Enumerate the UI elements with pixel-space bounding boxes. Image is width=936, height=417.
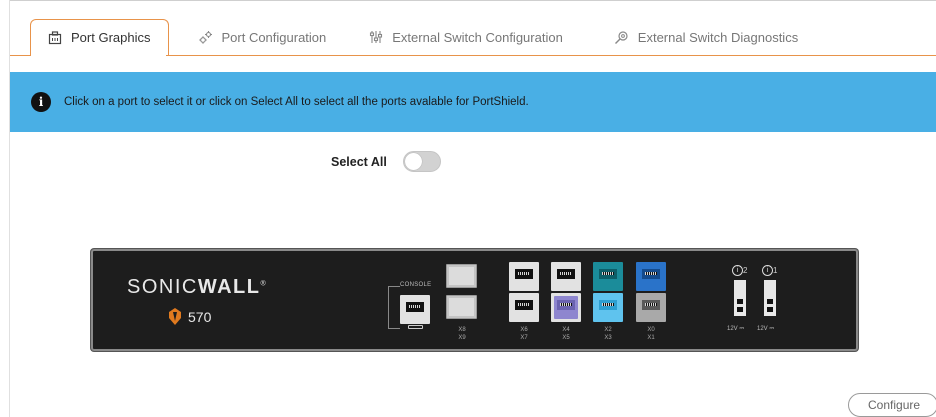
tab-external-switch-diagnostics[interactable]: External Switch Diagnostics bbox=[614, 19, 798, 55]
psu-1-label: 12V ⎓ bbox=[757, 326, 775, 332]
model-logo-icon bbox=[169, 308, 181, 325]
port-x5[interactable] bbox=[551, 293, 581, 322]
port-label-x6: X6 bbox=[520, 327, 528, 333]
port-x4[interactable] bbox=[551, 262, 581, 291]
psu-1-indicator: i 1 bbox=[762, 265, 777, 276]
power-icon: i bbox=[732, 265, 743, 276]
model-number: 570 bbox=[188, 308, 212, 325]
power-icon: i bbox=[762, 265, 773, 276]
port-x1[interactable] bbox=[636, 293, 666, 322]
active-tab-gap bbox=[31, 54, 166, 57]
configure-button[interactable]: Configure bbox=[848, 393, 936, 417]
tab-port-configuration[interactable]: Port Configuration bbox=[197, 19, 326, 55]
port-label-x9: X9 bbox=[458, 335, 466, 341]
psu-1-connector bbox=[764, 280, 776, 316]
gears-icon bbox=[197, 29, 213, 45]
port-x0[interactable] bbox=[636, 262, 666, 291]
select-all-label: Select All bbox=[331, 154, 387, 169]
port-label-x5: X5 bbox=[562, 335, 570, 341]
port-x7[interactable] bbox=[509, 293, 539, 322]
psu-2-indicator: i 2 bbox=[732, 265, 747, 276]
info-banner: i Click on a port to select it or click … bbox=[10, 72, 936, 132]
port-x9[interactable] bbox=[446, 295, 477, 319]
console-port[interactable] bbox=[400, 295, 430, 324]
port-x3[interactable] bbox=[593, 293, 623, 322]
port-x2[interactable] bbox=[593, 262, 623, 291]
psu-number: 2 bbox=[743, 266, 748, 275]
port-label-x7: X7 bbox=[520, 335, 528, 341]
psu-2-connector bbox=[734, 280, 746, 316]
psu-2-label: 12V ⎓ bbox=[727, 326, 745, 332]
brand-bold-text: WALL bbox=[197, 276, 261, 298]
console-usb-port bbox=[408, 325, 423, 329]
console-bracket bbox=[388, 286, 400, 329]
brand-light-text: SONIC bbox=[127, 276, 198, 298]
psu-number: 1 bbox=[773, 266, 778, 275]
appliance-front-panel: SONICWALL® 570 CONSOLE X8 X9 X6 X7 X4 X5… bbox=[91, 249, 858, 351]
sliders-icon bbox=[368, 29, 384, 45]
port-x8[interactable] bbox=[446, 264, 477, 288]
toggle-knob bbox=[404, 153, 422, 170]
select-all-toggle[interactable] bbox=[402, 151, 441, 172]
page-left-border bbox=[9, 0, 10, 417]
console-label: CONSOLE bbox=[400, 282, 432, 288]
port-label-x4: X4 bbox=[562, 327, 570, 333]
tab-port-graphics[interactable]: Port Graphics bbox=[30, 19, 170, 55]
brand-mark: ® bbox=[260, 280, 268, 288]
tab-label: Port Configuration bbox=[221, 29, 327, 45]
port-label-x2: X2 bbox=[604, 327, 612, 333]
port-label-x1: X1 bbox=[647, 335, 655, 341]
port-label-x3: X3 bbox=[604, 335, 612, 341]
port-label-x0: X0 bbox=[647, 327, 655, 333]
tab-label: Port Graphics bbox=[71, 30, 151, 45]
select-all-row: Select All bbox=[331, 151, 441, 172]
tab-label: External Switch Diagnostics bbox=[637, 29, 799, 45]
port-label-x8: X8 bbox=[458, 327, 466, 333]
model-row: 570 bbox=[168, 308, 211, 325]
diagnostics-icon bbox=[614, 29, 630, 45]
banner-text: Click on a port to select it or click on… bbox=[64, 96, 529, 108]
info-icon: i bbox=[31, 92, 51, 112]
tab-label: External Switch Configuration bbox=[392, 29, 563, 45]
brand-logo: SONICWALL® bbox=[127, 276, 267, 299]
page-top-border bbox=[10, 0, 936, 4]
tab-bar: Port Graphics Port Configuration Externa… bbox=[30, 19, 798, 55]
tab-external-switch-configuration[interactable]: External Switch Configuration bbox=[368, 19, 563, 55]
port-graphics-icon bbox=[47, 30, 63, 46]
port-x6[interactable] bbox=[509, 262, 539, 291]
